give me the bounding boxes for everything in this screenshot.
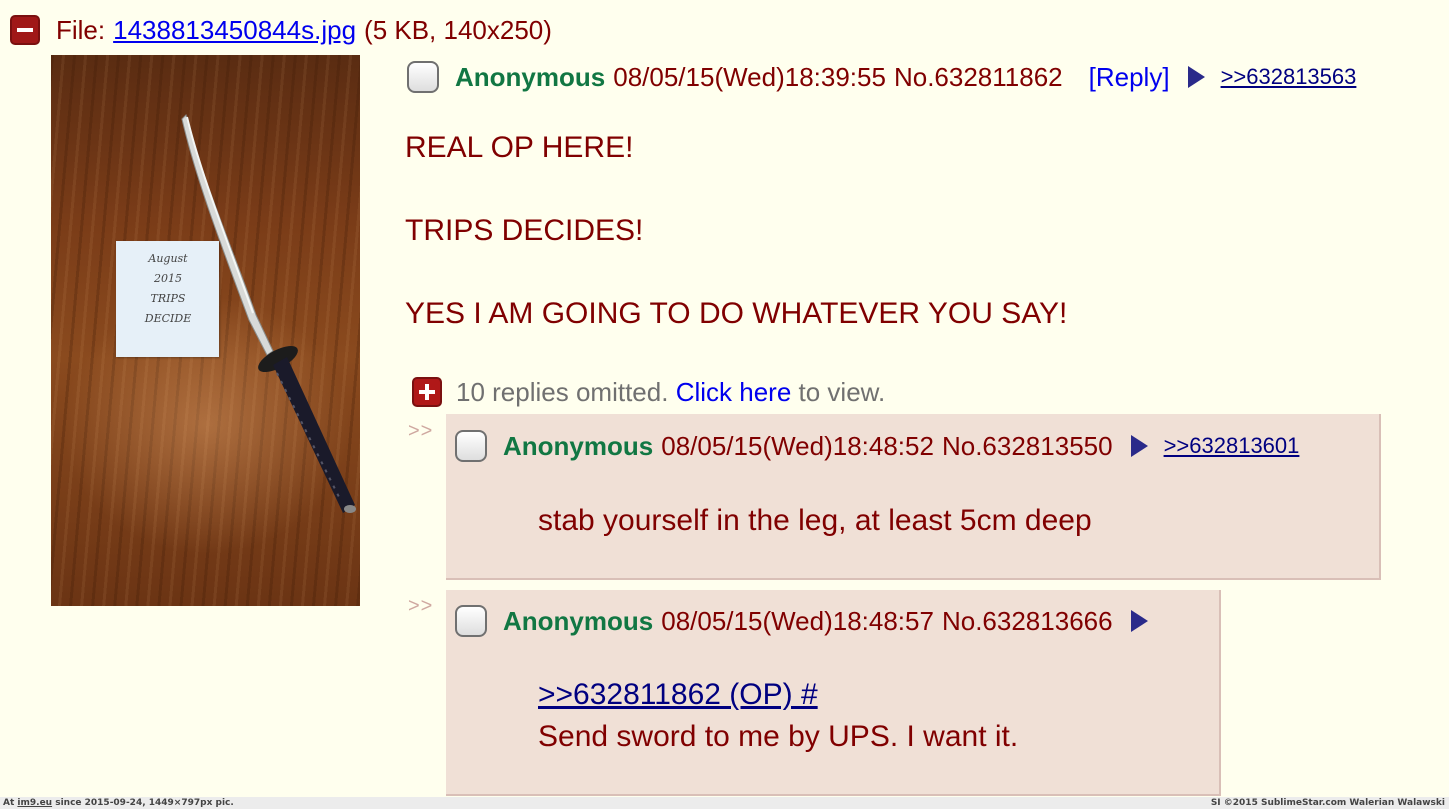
op-select-checkbox[interactable] [407, 61, 439, 93]
reply-arrows: >> [408, 595, 434, 617]
file-info-line: File: 1438813450844s.jpg (5 KB, 140x250) [10, 10, 552, 50]
reply-backlink[interactable]: >>632813601 [1164, 433, 1300, 459]
footer-suffix: since 2015-09-24, 1449×797px pic. [55, 798, 234, 808]
expand-thread-icon[interactable] [412, 377, 442, 407]
reply-select-checkbox[interactable] [455, 430, 487, 462]
op-menu-arrow-icon[interactable] [1187, 66, 1205, 88]
op-datetime: 08/05/15(Wed)18:39:55 [613, 61, 886, 92]
op-post-header: Anonymous 08/05/15(Wed)18:39:55 No.63281… [407, 57, 1356, 97]
quote-link[interactable]: >>632811862 (OP) # [538, 678, 818, 711]
op-line-1: REAL OP HERE! [405, 131, 634, 164]
op-line-3: YES I AM GOING TO DO WHATEVER YOU SAY! [405, 297, 1068, 330]
reply-poster-name: Anonymous [503, 430, 654, 461]
op-reply-link[interactable]: [Reply] [1089, 62, 1170, 93]
reply-message-text: Send sword to me by UPS. I want it. [538, 720, 1019, 753]
reply-select-checkbox[interactable] [455, 605, 487, 637]
reply-datetime: 08/05/15(Wed)18:48:52 [661, 430, 934, 461]
footer-left: At im9.eu since 2015-09-24, 1449×797px p… [3, 797, 234, 809]
note-text: August 2015 TRIPS DECIDE [144, 252, 192, 325]
reply-menu-arrow-icon[interactable] [1130, 435, 1148, 457]
footer-credit: SI ©2015 SublimeStar.com Walerian Walaws… [1210, 798, 1445, 808]
footer-prefix: At [3, 798, 15, 808]
op-backlink[interactable]: >>632813563 [1221, 64, 1357, 90]
reply-datetime: 08/05/15(Wed)18:48:57 [661, 605, 934, 636]
omitted-suffix-text: to view. [798, 376, 886, 407]
reply-poster-name: Anonymous [503, 605, 654, 636]
op-post-number[interactable]: No.632811862 [894, 62, 1063, 93]
reply-message: stab yourself in the leg, at least 5cm d… [538, 504, 1092, 537]
op-poster-name: Anonymous [455, 61, 606, 92]
file-label: File: [56, 14, 106, 45]
omitted-replies: 10 replies omitted. Click here to view. [412, 374, 885, 410]
reply-post-header: Anonymous 08/05/15(Wed)18:48:57 No.63281… [455, 601, 1148, 641]
reply-menu-arrow-icon[interactable] [1130, 610, 1148, 632]
post-thumbnail[interactable]: August 2015 TRIPS DECIDE [51, 55, 360, 606]
handwritten-note: August 2015 TRIPS DECIDE [116, 241, 219, 357]
reply-post-number[interactable]: No.632813550 [942, 431, 1113, 462]
hide-thread-icon[interactable] [10, 15, 40, 45]
file-size-info: (5 KB, 140x250) [364, 14, 552, 45]
reply-message: >>632811862 (OP) # Send sword to me by U… [538, 674, 1018, 758]
op-reply-label[interactable]: [Reply] [1089, 62, 1170, 92]
op-line-2: TRIPS DECIDES! [405, 214, 644, 247]
footer-site-link[interactable]: im9.eu [17, 798, 52, 808]
file-link[interactable]: 1438813450844s.jpg [113, 15, 356, 46]
click-here-link[interactable]: Click here [676, 377, 792, 407]
watermark-footer: At im9.eu since 2015-09-24, 1449×797px p… [0, 797, 1449, 809]
reply-post-header: Anonymous 08/05/15(Wed)18:48:52 No.63281… [455, 426, 1299, 466]
omitted-count-text: 10 replies omitted. [456, 376, 669, 407]
reply-arrows: >> [408, 420, 434, 442]
op-post-message: REAL OP HERE! TRIPS DECIDES! YES I AM GO… [405, 128, 1067, 377]
reply-post-number[interactable]: No.632813666 [942, 606, 1113, 637]
